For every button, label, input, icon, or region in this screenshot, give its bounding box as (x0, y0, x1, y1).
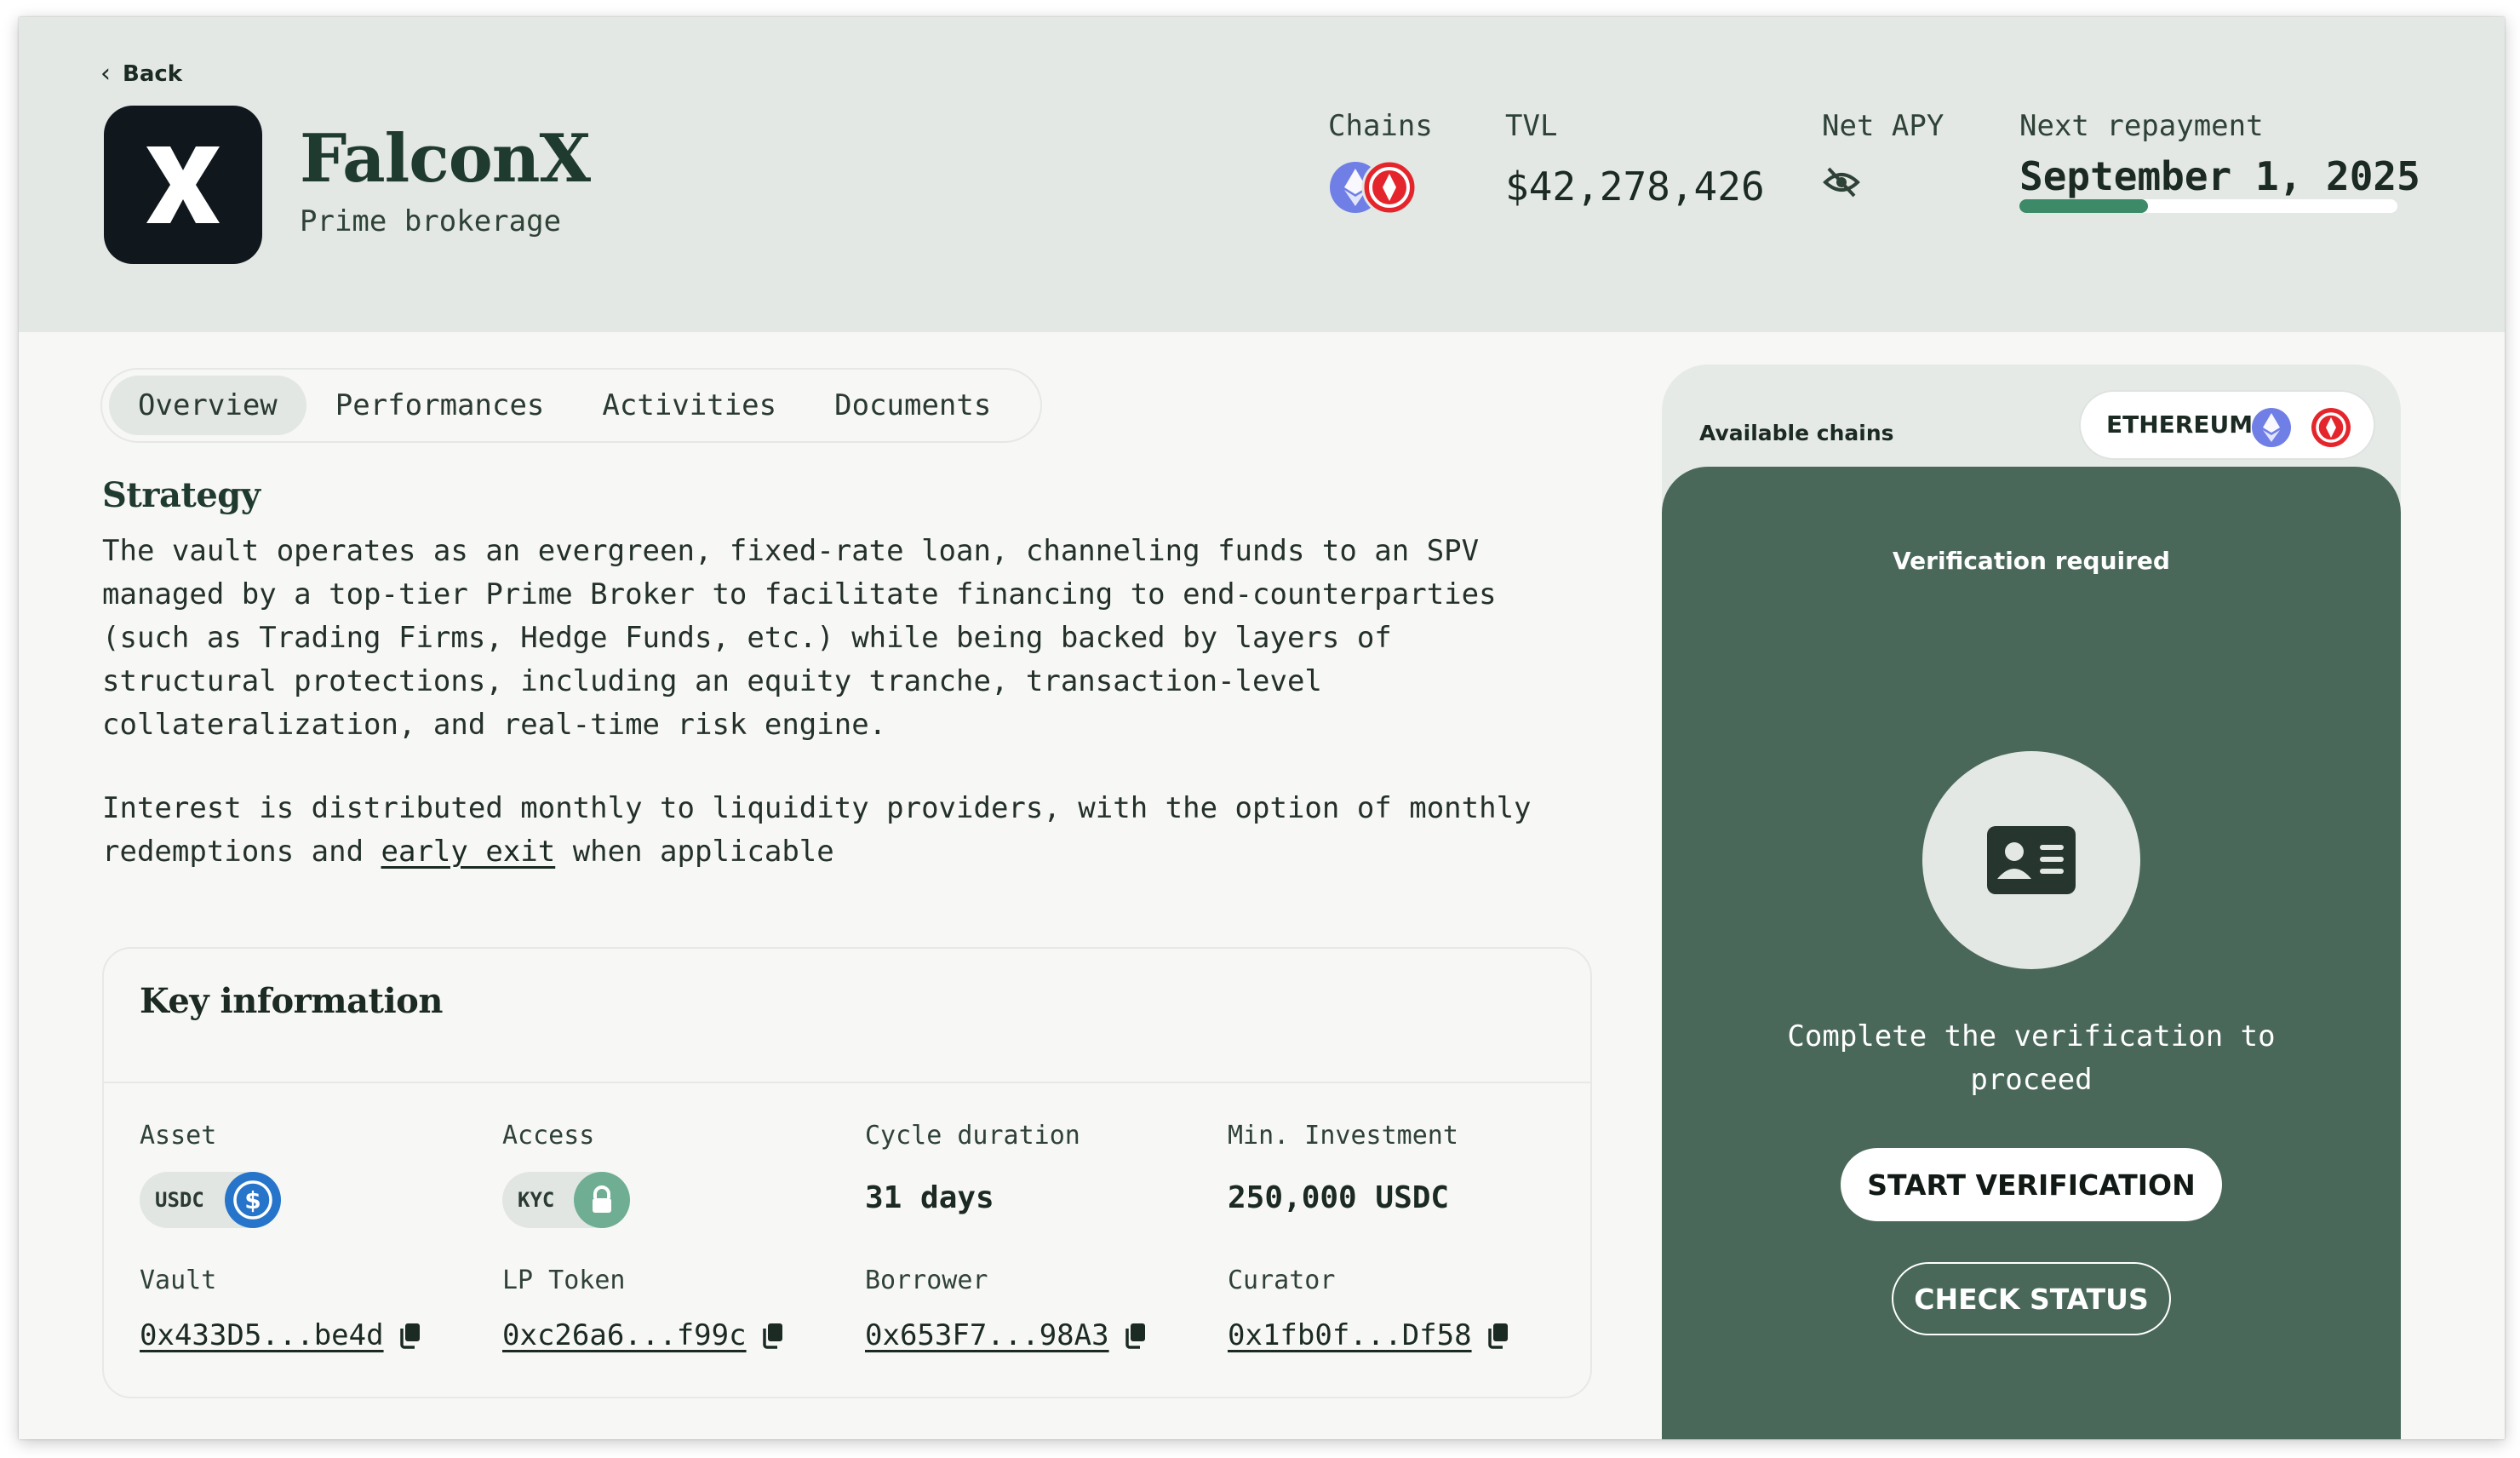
key-information-title: Key information (140, 981, 443, 1021)
copy-icon[interactable] (1486, 1322, 1509, 1349)
chain-name: ETHEREUM (2106, 410, 2254, 439)
early-exit-link[interactable]: early exit (381, 835, 556, 869)
vault-address-text[interactable]: 0x433D5...be4d (140, 1318, 384, 1352)
tab-activities[interactable]: Activities (573, 376, 805, 435)
verification-card: Verification required Complete the verif… (1662, 467, 2401, 1439)
falconx-logo (104, 106, 262, 264)
curator-address[interactable]: 0x1fb0f...Df58 (1228, 1318, 1509, 1352)
verification-text: Complete the verification to proceed (1787, 1019, 2276, 1097)
copy-icon[interactable] (398, 1322, 421, 1349)
copy-icon[interactable] (760, 1322, 784, 1349)
chevron-left-icon: ‹ (100, 59, 111, 89)
deposit-panel: Available chains ETHEREUM Verification r… (1662, 364, 2401, 1439)
lp-token-label: LP Token (502, 1266, 626, 1295)
curator-address-text[interactable]: 0x1fb0f...Df58 (1228, 1318, 1472, 1352)
start-verification-button[interactable]: START VERIFICATION (1841, 1148, 2222, 1221)
usdc-icon: $ (225, 1172, 281, 1228)
borrower-address[interactable]: 0x653F7...98A3 (865, 1318, 1147, 1352)
tab-bar: Overview Performances Activities Documen… (100, 368, 1042, 443)
divider (104, 1082, 1590, 1083)
copy-icon[interactable] (1123, 1322, 1147, 1349)
next-repayment-date: September 1, 2025 (2019, 153, 2420, 199)
net-apy-label: Net APY (1822, 109, 1944, 143)
asset-value: USDC (155, 1188, 204, 1212)
asset-label: Asset (140, 1121, 217, 1151)
strategy-paragraph-2-tail: when applicable (555, 835, 834, 869)
svg-text:$: $ (244, 1186, 261, 1214)
tab-overview[interactable]: Overview (109, 376, 306, 435)
strategy-paragraph-2: Interest is distributed monthly to liqui… (102, 787, 1618, 874)
curator-label: Curator (1228, 1266, 1336, 1295)
cycle-duration-label: Cycle duration (865, 1121, 1080, 1151)
strategy-title: Strategy (102, 475, 261, 515)
vault-label: Vault (140, 1266, 217, 1295)
repayment-progress-track (2019, 199, 2397, 213)
vault-address[interactable]: 0x433D5...be4d (140, 1318, 421, 1352)
lock-icon (574, 1172, 630, 1228)
id-card-icon (1987, 826, 2076, 894)
verification-title: Verification required (1893, 547, 2170, 575)
min-investment-label: Min. Investment (1228, 1121, 1458, 1151)
key-information-card: Key information Asset USDC $ Access KYC … (102, 947, 1592, 1398)
chain-selector[interactable]: ETHEREUM (2079, 390, 2375, 460)
vault-subtitle: Prime brokerage (300, 204, 562, 238)
access-label: Access (502, 1121, 595, 1151)
min-investment-value: 250,000 USDC (1228, 1180, 1450, 1215)
tvl-label: TVL (1505, 109, 1558, 143)
repayment-progress-fill (2019, 199, 2148, 213)
check-status-button[interactable]: CHECK STATUS (1892, 1262, 2171, 1335)
chains-label: Chains (1328, 109, 1433, 143)
eye-slash-icon[interactable] (1822, 165, 1861, 203)
borrower-address-text[interactable]: 0x653F7...98A3 (865, 1318, 1109, 1352)
back-link[interactable]: ‹ Back (100, 59, 183, 89)
lp-token-address-text[interactable]: 0xc26a6...f99c (502, 1318, 747, 1352)
tab-performances[interactable]: Performances (306, 376, 574, 435)
borrower-label: Borrower (865, 1266, 988, 1295)
ethereum-icon (2252, 408, 2291, 447)
access-pill: KYC (502, 1172, 630, 1228)
vault-title: FalconX (300, 120, 591, 198)
back-label: Back (123, 61, 183, 87)
asset-pill: USDC $ (140, 1172, 281, 1228)
strategy-paragraph-1: The vault operates as an evergreen, fixe… (102, 534, 1497, 742)
access-value: KYC (518, 1188, 555, 1212)
available-chains-label: Available chains (1699, 421, 1894, 445)
id-card-icon-circle (1922, 751, 2140, 969)
lp-token-address[interactable]: 0xc26a6...f99c (502, 1318, 784, 1352)
chains-icons (1328, 159, 1422, 215)
red-chain-icon[interactable] (2311, 407, 2351, 448)
tab-documents[interactable]: Documents (805, 376, 1020, 435)
tvl-value: $42,278,426 (1505, 164, 1765, 210)
vault-header: ‹ Back FalconX Prime brokerage Chains TV… (19, 17, 2505, 332)
next-repayment-label: Next repayment (2019, 109, 2264, 143)
app-window: ‹ Back FalconX Prime brokerage Chains TV… (19, 17, 2505, 1439)
ethereum-icon (1330, 159, 1418, 215)
cycle-duration-value: 31 days (865, 1180, 994, 1215)
